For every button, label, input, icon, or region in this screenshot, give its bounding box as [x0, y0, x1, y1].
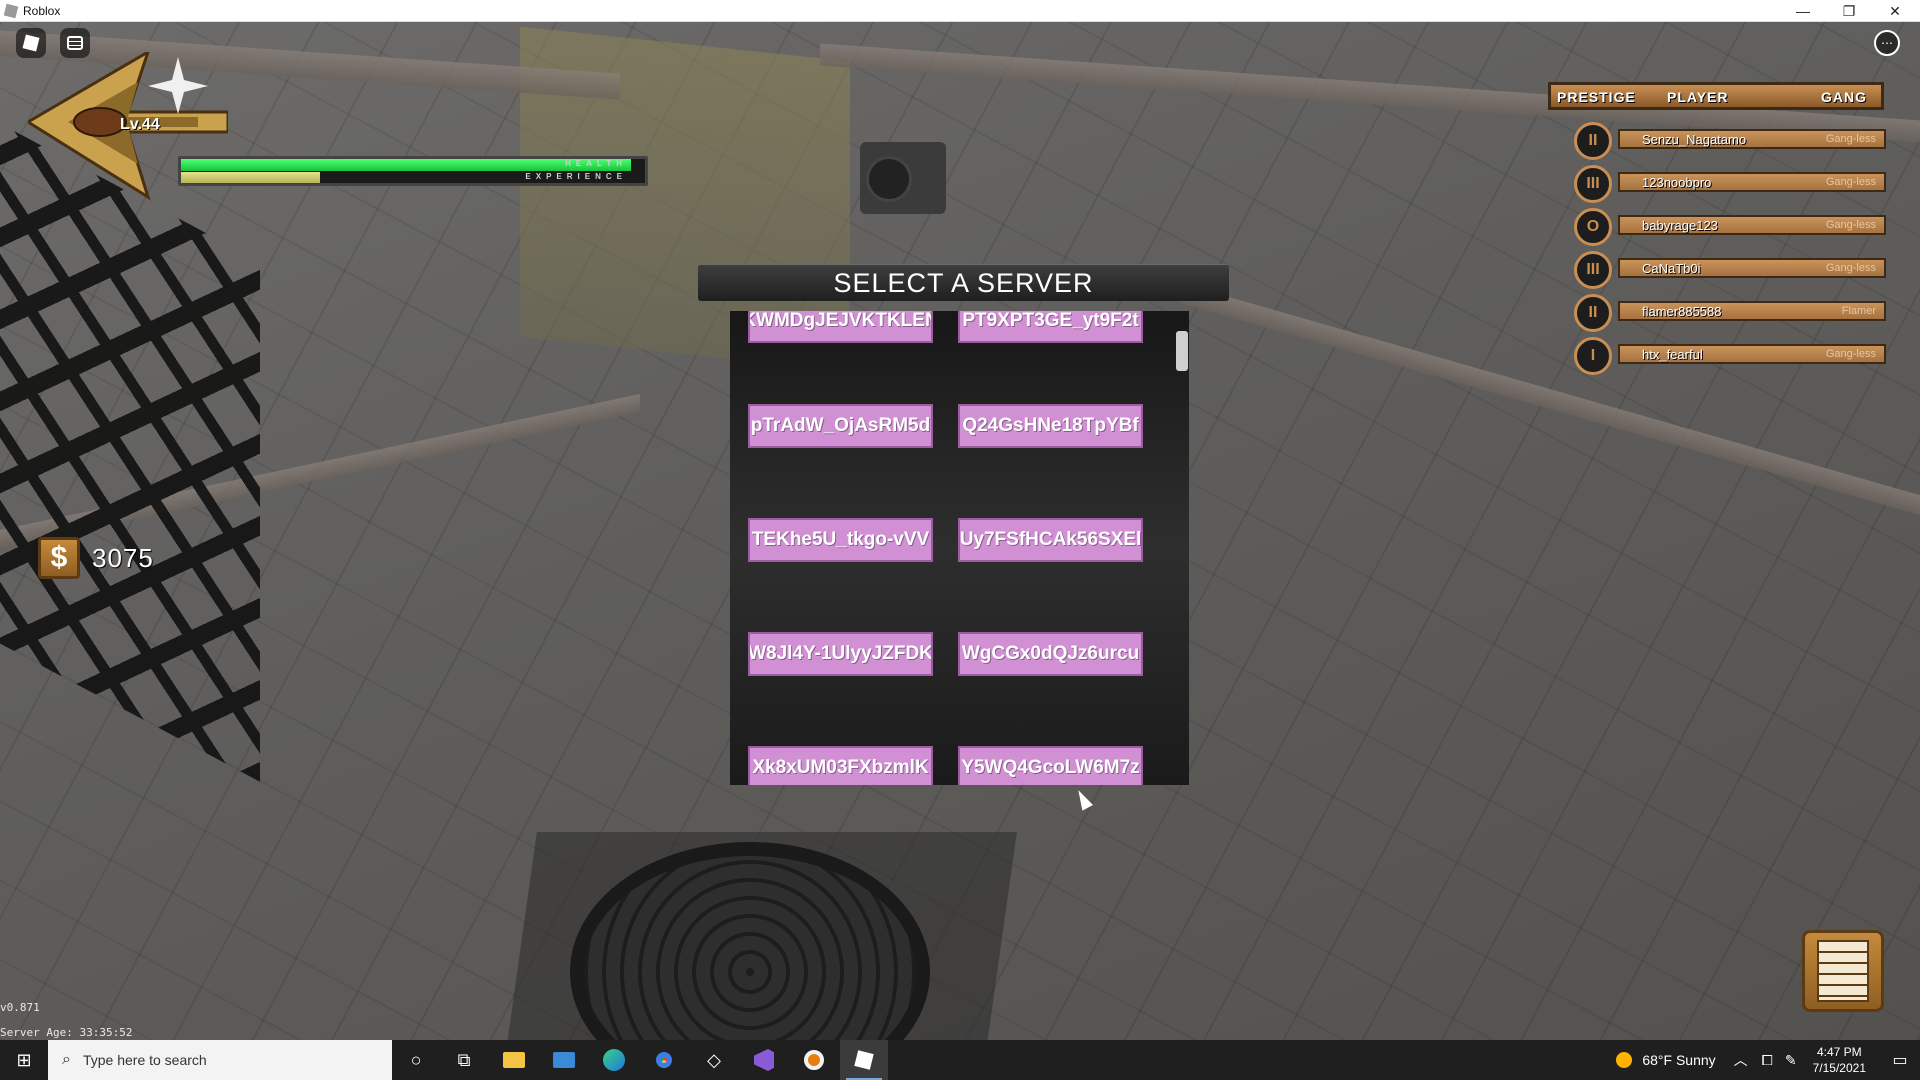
clock-time: 4:47 PM [1816, 1045, 1862, 1059]
chevron-up-icon[interactable]: ︿ [1734, 1050, 1748, 1070]
health-label: HEALTH [565, 159, 627, 168]
visual-studio-icon[interactable] [740, 1040, 788, 1080]
gang-name: Gang-less [1825, 262, 1876, 274]
windows-logo-icon: ⊞ [16, 1049, 32, 1070]
server-list-panel[interactable]: KWMDgJEJVKTKLEN PT9XPT3GE_yt9F2t pTrAdW_… [730, 311, 1189, 785]
gang-name: Gang-less [1825, 219, 1876, 231]
journal-icon [1817, 940, 1869, 1002]
search-icon: ⌕ [62, 1051, 71, 1068]
system-tray: 68°F Sunny ︿ ⧠ ✎ 4:47 PM 7/15/2021 ▭ [1616, 1040, 1920, 1080]
prestige-icon: I [1574, 337, 1612, 375]
gang-name: Flamer [1841, 305, 1876, 317]
player-name: htx_fearful [1642, 347, 1703, 362]
server-select-title: SELECT A SERVER [698, 264, 1229, 301]
journal-button[interactable] [1802, 930, 1884, 1012]
window-title: Roblox [23, 4, 61, 18]
windows-taskbar: ⊞ ⌕ Type here to search ○ ⧉ ◇ 68°F Sunny… [0, 1040, 1920, 1080]
chat-icon [67, 36, 83, 50]
roblox-app-icon [3, 3, 19, 19]
leaderboard-row[interactable]: II flamer885588 Flamer [1574, 294, 1886, 332]
player-name: CaNaTb0i [1642, 261, 1701, 276]
file-explorer-icon[interactable] [490, 1040, 538, 1080]
server-button[interactable]: Uy7FSfHCAk56SXEl [958, 518, 1143, 562]
gang-name: Gang-less [1825, 133, 1876, 145]
server-button[interactable]: PT9XPT3GE_yt9F2t [958, 311, 1143, 343]
player-name: Senzu_Nagatamo [1642, 132, 1747, 147]
leaderboard-row[interactable]: O babyrage123 Gang-less [1574, 208, 1886, 246]
player-level: Lv.44 [120, 116, 160, 133]
server-button[interactable]: TEKhe5U_tkgo-vVV [748, 518, 933, 562]
player-column-header: PLAYER [1667, 89, 1729, 105]
leaderboard-row[interactable]: I htx_fearful Gang-less [1574, 337, 1886, 375]
server-button[interactable]: Y5WQ4GcoLW6M7z [958, 746, 1143, 785]
more-options-button[interactable]: ⋯ [1874, 30, 1900, 56]
health-experience-bar: HEALTH EXPERIENCE [178, 156, 648, 186]
clock-date: 7/15/2021 [1812, 1061, 1866, 1075]
player-stat-bar: HEALTH EXPERIENCE Lv.44 [28, 52, 648, 202]
player-name: flamer885588 [1642, 304, 1722, 319]
roblox-icon[interactable] [840, 1040, 888, 1080]
server-list-scrollbar[interactable] [1176, 331, 1188, 371]
chrome-icon[interactable] [640, 1040, 688, 1080]
blender-icon[interactable] [790, 1040, 838, 1080]
server-button[interactable]: Q24GsHNe18TpYBf [958, 404, 1143, 448]
server-age: Server Age: 33:35:52 [0, 1026, 133, 1039]
leaderboard-row[interactable]: III 123noobpro Gang-less [1574, 165, 1886, 203]
mail-icon[interactable] [540, 1040, 588, 1080]
air-conditioner [860, 142, 946, 214]
prestige-icon: III [1574, 251, 1612, 289]
steel-tower [0, 102, 260, 782]
money-amount: 3075 [92, 542, 154, 573]
prestige-icon: III [1574, 165, 1612, 203]
search-placeholder: Type here to search [82, 1052, 207, 1068]
prestige-icon: O [1574, 208, 1612, 246]
gang-name: Gang-less [1825, 348, 1876, 360]
server-button[interactable]: Xk8xUM03FXbzmlK [748, 746, 933, 785]
weather-sun-icon [1616, 1052, 1633, 1068]
gang-name: Gang-less [1825, 176, 1876, 188]
cortana-icon[interactable]: ○ [392, 1040, 440, 1080]
experience-fill [181, 172, 321, 183]
edge-icon[interactable] [590, 1040, 638, 1080]
money-display: $ 3075 [38, 536, 154, 580]
minimize-button[interactable]: — [1780, 0, 1826, 22]
player-name: babyrage123 [1642, 218, 1718, 233]
leaderboard-header: PRESTIGE PLAYER GANG [1548, 82, 1884, 110]
server-button[interactable]: W8Jl4Y-1UlyyJZFDK [748, 632, 933, 676]
close-button[interactable]: ✕ [1872, 0, 1918, 22]
gang-column-header: GANG [1821, 89, 1867, 105]
prestige-column-header: PRESTIGE [1557, 89, 1636, 105]
start-button[interactable]: ⊞ [0, 1040, 48, 1080]
health-fill [181, 159, 632, 171]
window-title-bar: Roblox — ❐ ✕ [0, 0, 1920, 22]
prestige-icon: II [1574, 294, 1612, 332]
experience-label: EXPERIENCE [525, 172, 627, 181]
taskbar-clock[interactable]: 4:47 PM 7/15/2021 [1813, 1044, 1866, 1076]
leaderboard-row[interactable]: III CaNaTb0i Gang-less [1574, 251, 1886, 289]
dollar-icon: $ [38, 537, 80, 579]
leaderboard-row[interactable]: II Senzu_Nagatamo Gang-less [1574, 122, 1886, 160]
server-button[interactable]: pTrAdW_OjAsRM5d [748, 404, 933, 448]
game-version: v0.871 [0, 1001, 40, 1014]
unity-icon[interactable]: ◇ [690, 1040, 738, 1080]
weather-text[interactable]: 68°F Sunny [1642, 1052, 1715, 1068]
restore-button[interactable]: ❐ [1826, 0, 1872, 22]
notification-icon[interactable]: ▭ [1880, 1050, 1920, 1070]
player-name: 123noobpro [1642, 175, 1712, 190]
server-button[interactable]: KWMDgJEJVKTKLEN [748, 311, 933, 343]
taskbar-search-box[interactable]: ⌕ Type here to search [48, 1040, 392, 1080]
pen-icon[interactable]: ✎ [1785, 1052, 1797, 1069]
task-view-icon[interactable]: ⧉ [440, 1040, 488, 1080]
network-icon[interactable]: ⧠ [1762, 1052, 1773, 1069]
roblox-logo-icon [22, 34, 40, 52]
prestige-icon: II [1574, 122, 1612, 160]
server-button[interactable]: WgCGx0dQJz6urcu [958, 632, 1143, 676]
